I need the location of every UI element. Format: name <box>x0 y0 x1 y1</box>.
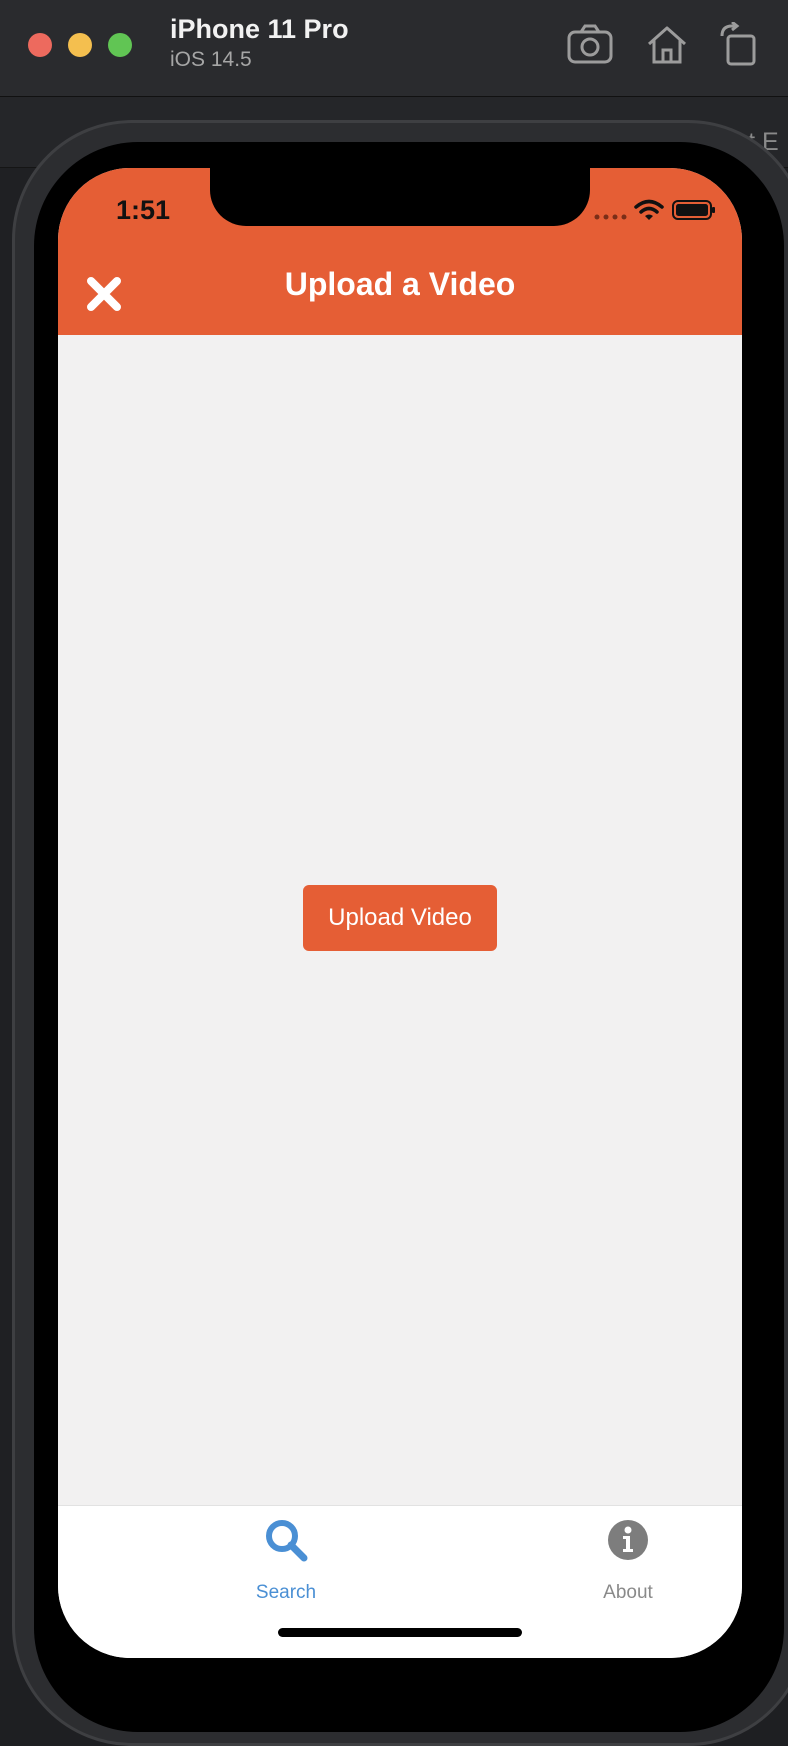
simulator-os-version: iOS 14.5 <box>170 48 252 71</box>
wifi-icon <box>634 199 664 220</box>
rotate-icon[interactable] <box>716 22 764 68</box>
status-time: 1:51 <box>116 195 171 225</box>
battery-icon <box>672 200 715 220</box>
upload-video-button[interactable]: Upload Video <box>303 885 497 951</box>
page-title: Upload a Video <box>284 266 516 302</box>
home-icon[interactable] <box>643 22 691 68</box>
app-header: 1:51 Upload a Video <box>58 168 742 335</box>
home-indicator <box>278 1628 522 1637</box>
info-icon <box>608 1520 648 1560</box>
tab-search[interactable]: Search <box>186 1506 386 1616</box>
device-notch <box>210 168 590 226</box>
window-close-button[interactable] <box>28 33 52 57</box>
tab-search-label: Search <box>255 1582 317 1603</box>
tab-about-label: About <box>603 1582 653 1603</box>
search-icon <box>266 1520 308 1562</box>
main-content: Upload Video <box>58 335 742 1505</box>
simulator-device-name: iPhone 11 Pro <box>170 14 349 44</box>
phone-screen: 1:51 Upload a Video Upload Video Search … <box>58 168 742 1658</box>
window-zoom-button[interactable] <box>108 33 132 57</box>
cellular-signal-icon <box>594 214 627 220</box>
simulator-titlebar: iPhone 11 Pro iOS 14.5 <box>0 0 788 97</box>
tab-about[interactable]: About <box>528 1506 728 1616</box>
window-minimize-button[interactable] <box>68 33 92 57</box>
camera-icon[interactable] <box>566 22 614 68</box>
